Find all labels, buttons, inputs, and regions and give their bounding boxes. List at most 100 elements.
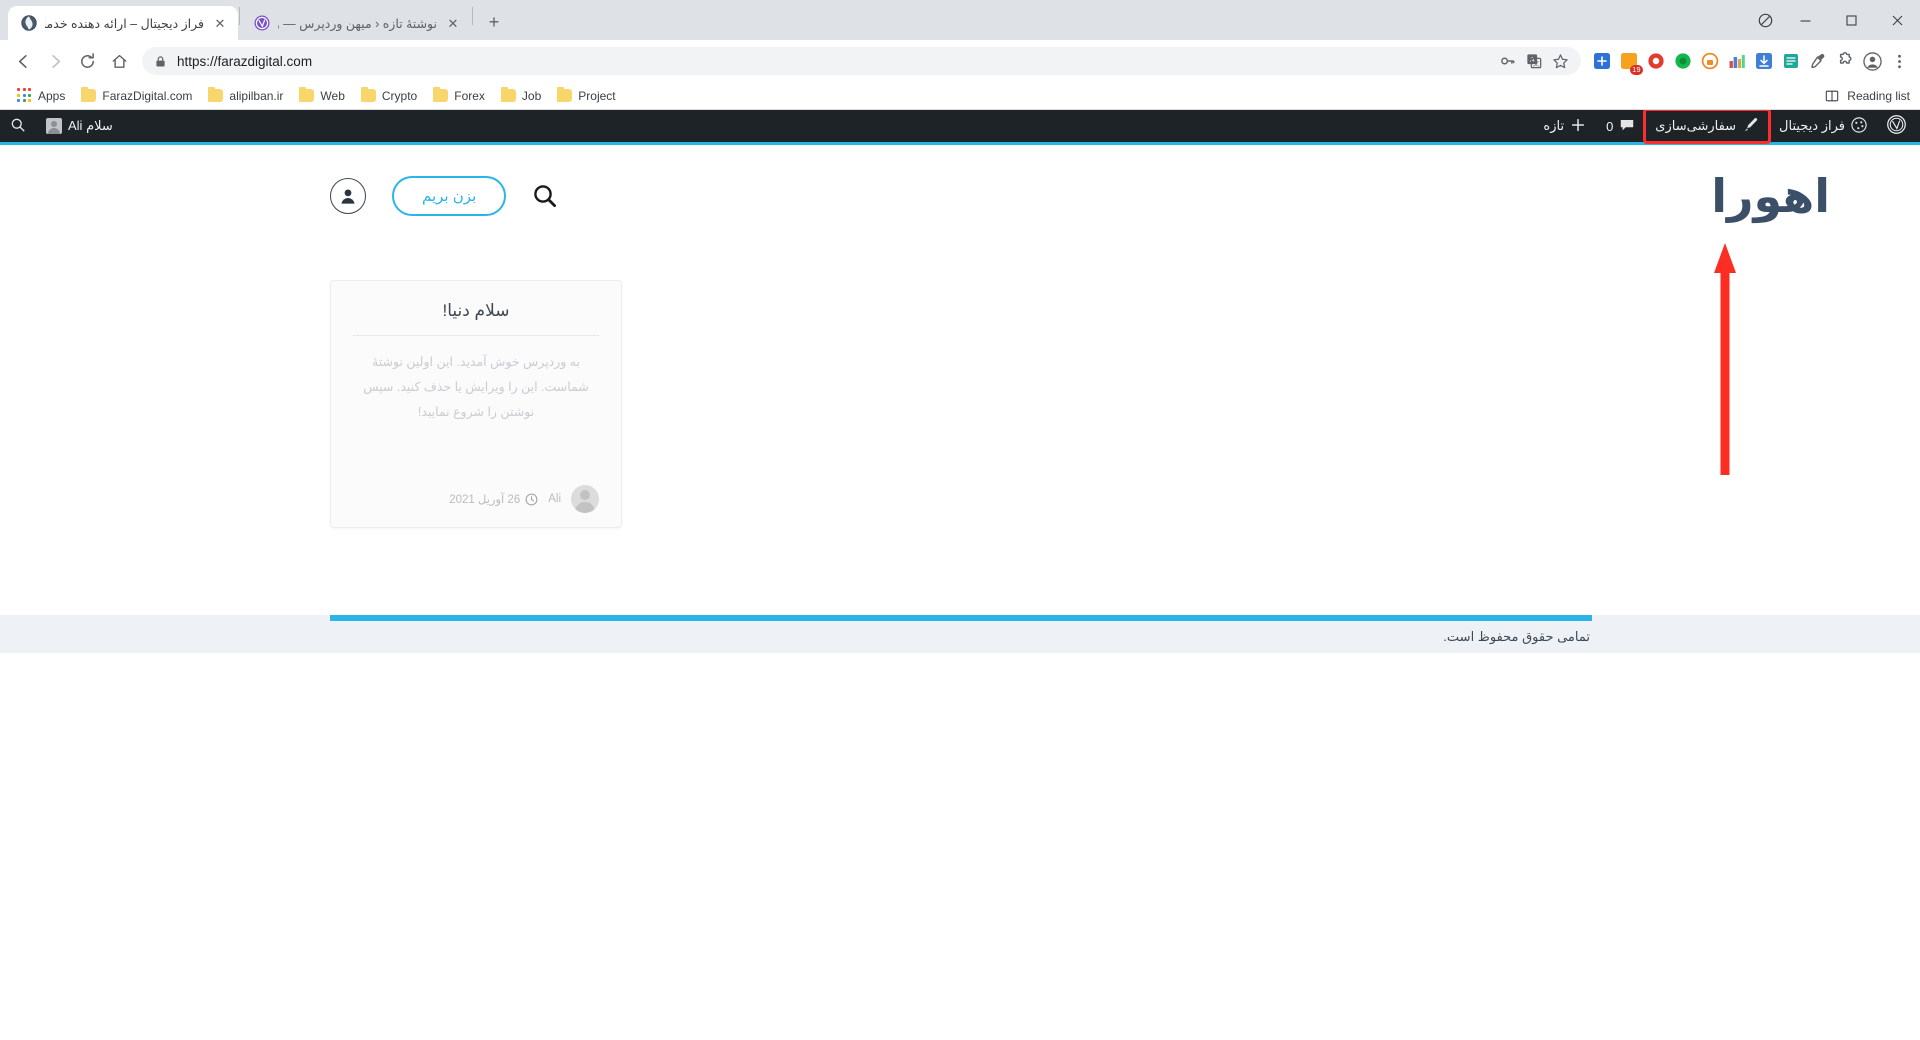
- post-title[interactable]: سلام دنیا!: [353, 301, 599, 336]
- reading-list-icon: [1825, 89, 1839, 103]
- chrome-menu-button[interactable]: [1886, 48, 1912, 74]
- adminbar-right-group: فراز دیجیتال سفارشی‌سازی 0: [1533, 110, 1916, 144]
- extension-badge-count: 19: [1629, 65, 1643, 75]
- back-icon[interactable]: [8, 46, 38, 76]
- web-page: فراز دیجیتال سفارشی‌سازی 0: [0, 110, 1920, 1040]
- bookmark-web[interactable]: Web: [292, 86, 351, 106]
- footer-accent-bar: [330, 615, 1592, 621]
- browser-toolbar: https://farazdigital.com A文 19: [0, 40, 1920, 82]
- folder-icon: [81, 87, 97, 102]
- bookmark-label: Job: [521, 88, 542, 103]
- avatar-icon: [46, 118, 62, 134]
- close-window-button[interactable]: [1874, 4, 1920, 36]
- home-icon[interactable]: [104, 46, 134, 76]
- cta-button[interactable]: بزن بریم: [392, 176, 507, 216]
- bookmark-alipilban[interactable]: alipilban.ir: [201, 86, 290, 106]
- header-search-icon[interactable]: [532, 183, 558, 209]
- dashboard-home-icon: [1851, 116, 1867, 136]
- site-logo[interactable]: اهورا: [1711, 169, 1850, 223]
- folder-icon: [208, 87, 224, 102]
- new-content-menu-item[interactable]: تازه: [1533, 110, 1596, 142]
- post-meta: Ali 26 آوریل 2021: [353, 479, 599, 513]
- new-tab-button[interactable]: +: [480, 8, 508, 36]
- post-card[interactable]: سلام دنیا! به وردپرس خوش آمدید. این اولی…: [330, 280, 622, 528]
- footer-accent-wrap: [0, 615, 1920, 621]
- url-text: https://farazdigital.com: [177, 53, 313, 69]
- post-author[interactable]: Ali: [548, 493, 561, 505]
- footer-copyright: تمامی حقوق محفوظ است.: [0, 621, 1920, 653]
- profile-avatar[interactable]: [1859, 48, 1885, 74]
- account-icon-button[interactable]: [330, 178, 366, 214]
- tab-wordpress-new-post[interactable]: نوشتهٔ تازه ‹ میهن وردپرس — وردپرس ✕: [241, 6, 471, 40]
- address-bar[interactable]: https://farazdigital.com A文: [142, 47, 1581, 75]
- site-header: اهورا بزن بریم: [0, 145, 1920, 247]
- bookmark-job[interactable]: Job: [494, 86, 548, 106]
- reload-icon[interactable]: [72, 46, 102, 76]
- puzzle-extension[interactable]: [1832, 48, 1858, 74]
- blue-square-extension[interactable]: [1589, 48, 1615, 74]
- bookmark-farazdigital[interactable]: FarazDigital.com: [74, 86, 199, 106]
- screen-capture-icon[interactable]: [1748, 4, 1782, 36]
- folder-icon: [299, 87, 315, 102]
- bookmark-apps[interactable]: Apps: [10, 85, 72, 106]
- extension-strip: 19: [1589, 48, 1912, 75]
- bookmark-label: Apps: [38, 88, 66, 103]
- orange-badge-extension[interactable]: 19: [1616, 48, 1643, 75]
- customize-menu-item[interactable]: سفارشی‌سازی: [1643, 110, 1772, 144]
- my-account-menu-item[interactable]: سلام Ali: [36, 110, 123, 142]
- plus-icon: [1570, 117, 1586, 136]
- close-icon[interactable]: ✕: [445, 15, 461, 31]
- bookmark-label: Web: [320, 88, 345, 103]
- minimize-button[interactable]: [1782, 4, 1828, 36]
- bookmark-star-icon[interactable]: [1552, 53, 1569, 70]
- folder-icon: [433, 87, 449, 102]
- eyedropper-extension[interactable]: [1805, 48, 1831, 74]
- multicolor-chart-extension[interactable]: [1724, 48, 1750, 74]
- globe-icon: [20, 15, 37, 32]
- tab-title: فراز دیجیتال – ارائه دهنده خدمات دی: [45, 16, 204, 31]
- new-content-label: تازه: [1543, 118, 1565, 133]
- omnibox-actions: A文: [1500, 53, 1569, 70]
- orange-lock-extension[interactable]: [1697, 48, 1723, 74]
- adminbar-left-group: سلام Ali: [0, 110, 123, 142]
- comment-bubble-icon: [1619, 117, 1635, 136]
- apps-grid-icon: [17, 88, 32, 103]
- svg-text:文: 文: [1533, 60, 1540, 68]
- site-main: سلام دنیا! به وردپرس خوش آمدید. این اولی…: [0, 247, 1920, 615]
- bookmark-label: FarazDigital.com: [102, 88, 193, 103]
- teal-note-extension[interactable]: [1778, 48, 1804, 74]
- red-circle-extension[interactable]: [1643, 48, 1669, 74]
- avatar-icon: [571, 485, 599, 513]
- forward-icon[interactable]: [40, 46, 70, 76]
- adminbar-search-button[interactable]: [0, 110, 36, 142]
- paintbrush-icon: [1742, 116, 1759, 136]
- search-icon: [10, 117, 26, 136]
- tab-strip: فراز دیجیتال – ارائه دهنده خدمات دی ✕ نو…: [0, 0, 1920, 40]
- blue-download-extension[interactable]: [1751, 48, 1777, 74]
- wordpress-icon: [1887, 115, 1906, 137]
- post-excerpt: به وردپرس خوش آمدید. این اولین نوشتهٔ شم…: [363, 355, 589, 419]
- bookmark-label: alipilban.ir: [229, 88, 284, 103]
- site-name-label: فراز دیجیتال: [1779, 118, 1845, 133]
- bookmark-label: Forex: [454, 88, 485, 103]
- site-name-menu[interactable]: فراز دیجیتال: [1769, 110, 1877, 142]
- wordpress-purple-icon: [253, 15, 270, 32]
- tab-farazdigital[interactable]: فراز دیجیتال – ارائه دهنده خدمات دی ✕: [8, 6, 238, 40]
- comments-menu-item[interactable]: 0: [1596, 110, 1645, 142]
- tab-separator: [239, 7, 240, 25]
- green-circle-extension[interactable]: [1670, 48, 1696, 74]
- close-icon[interactable]: ✕: [212, 15, 228, 31]
- lock-icon: [154, 55, 167, 68]
- bookmark-crypto[interactable]: Crypto: [354, 86, 424, 106]
- reading-list-button[interactable]: Reading list: [1825, 82, 1910, 110]
- tab-separator: [472, 7, 473, 25]
- bookmark-label: Project: [578, 88, 616, 103]
- maximize-button[interactable]: [1828, 4, 1874, 36]
- wp-logo-menu[interactable]: [1877, 110, 1916, 142]
- bookmark-project[interactable]: Project: [550, 86, 622, 106]
- password-key-icon[interactable]: [1500, 53, 1516, 69]
- bookmark-forex[interactable]: Forex: [426, 86, 492, 106]
- reading-list-label: Reading list: [1847, 89, 1910, 103]
- translate-icon[interactable]: A文: [1526, 53, 1542, 69]
- page-blank-area: [0, 653, 1920, 1040]
